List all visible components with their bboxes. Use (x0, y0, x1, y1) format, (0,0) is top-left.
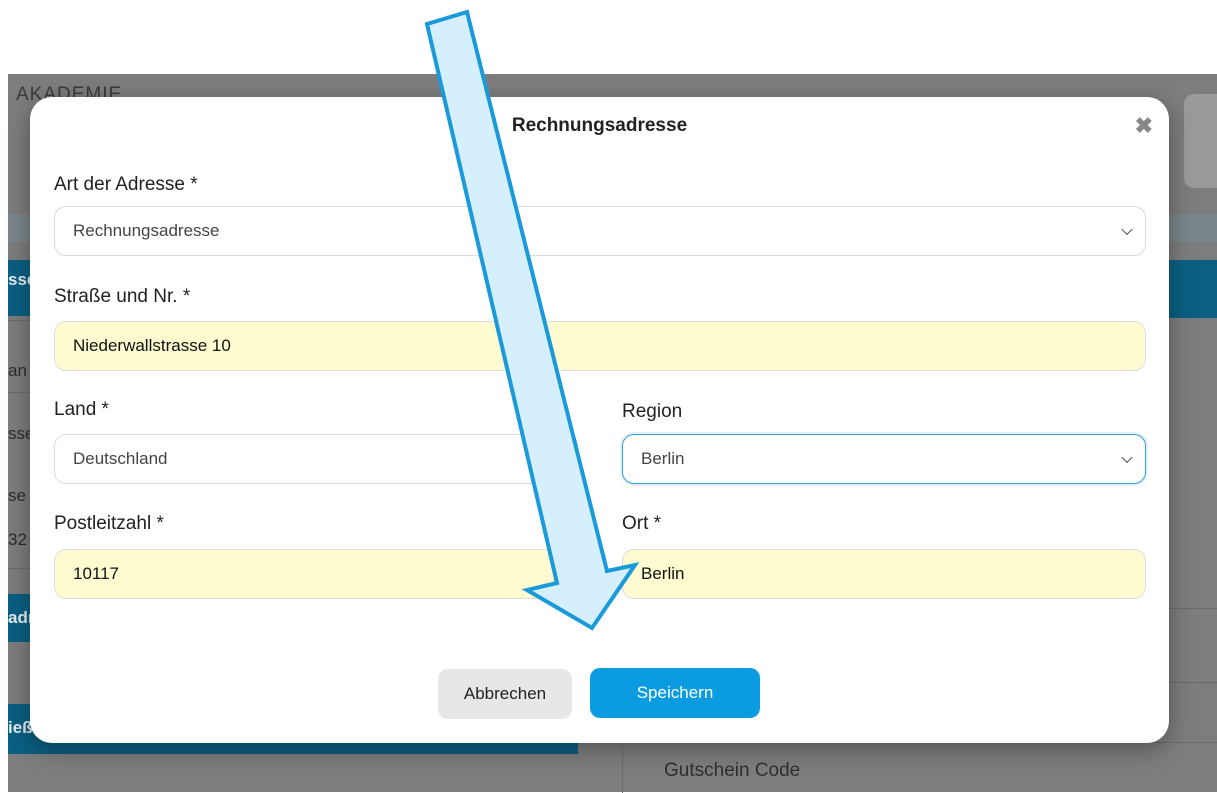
close-icon[interactable]: ✖ (1135, 115, 1153, 137)
city-value: Berlin (641, 564, 685, 583)
background-divider (1168, 608, 1217, 609)
cancel-button[interactable]: Abbrechen (438, 669, 572, 719)
background-section-bar (1168, 260, 1217, 318)
postcode-label: Postleitzahl * (54, 513, 164, 534)
background-divider (1168, 682, 1217, 683)
street-label: Straße und Nr. * (54, 286, 191, 307)
address-modal: Rechnungsadresse ✖ Art der Adresse * Rec… (30, 97, 1169, 743)
chevron-down-icon (1121, 451, 1133, 464)
postcode-input[interactable]: 10117 (54, 549, 578, 599)
background-text-fragment: ieß (8, 718, 33, 737)
city-input[interactable]: Berlin (622, 549, 1146, 599)
country-value: Deutschland (73, 449, 168, 468)
background-text-fragment: 32 (8, 530, 27, 549)
chevron-down-icon (1121, 223, 1133, 236)
gutschein-code-label: Gutschein Code (664, 760, 801, 781)
region-value: Berlin (641, 449, 685, 468)
country-label: Land * (54, 399, 109, 420)
street-input[interactable]: Niederwallstrasse 10 (54, 321, 1146, 371)
avatar (1184, 94, 1217, 188)
address-type-select[interactable]: Rechnungsadresse (54, 206, 1146, 256)
city-label: Ort * (622, 513, 662, 534)
modal-title: Rechnungsadresse (511, 115, 688, 136)
save-button[interactable]: Speichern (590, 668, 760, 718)
background-text-fragment: an (8, 361, 27, 380)
background-text-fragment: se (8, 486, 26, 505)
address-type-label: Art der Adresse * (54, 174, 198, 195)
street-value: Niederwallstrasse 10 (73, 336, 231, 355)
postcode-value: 10117 (73, 564, 120, 583)
country-input[interactable]: Deutschland (54, 434, 578, 484)
region-select[interactable]: Berlin (622, 434, 1146, 484)
region-label: Region (622, 401, 683, 422)
address-type-value: Rechnungsadresse (73, 221, 220, 240)
